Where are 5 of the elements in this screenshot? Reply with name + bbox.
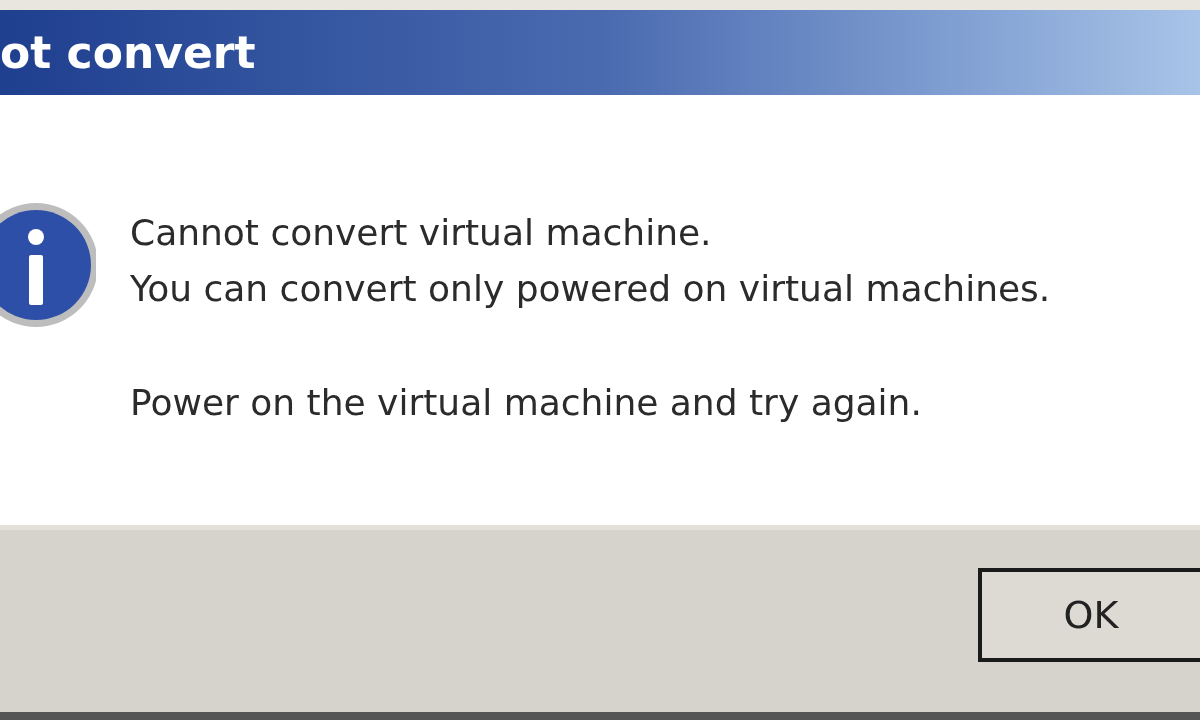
ok-button[interactable]: OK — [978, 568, 1200, 662]
window-title: ot convert — [0, 30, 256, 75]
hint-text: Power on the virtual machine and try again. — [130, 381, 923, 425]
message-text: You can convert only powered on virtual machines. — [130, 267, 1051, 311]
message-text: Cannot convert virtual machine. — [130, 211, 713, 255]
